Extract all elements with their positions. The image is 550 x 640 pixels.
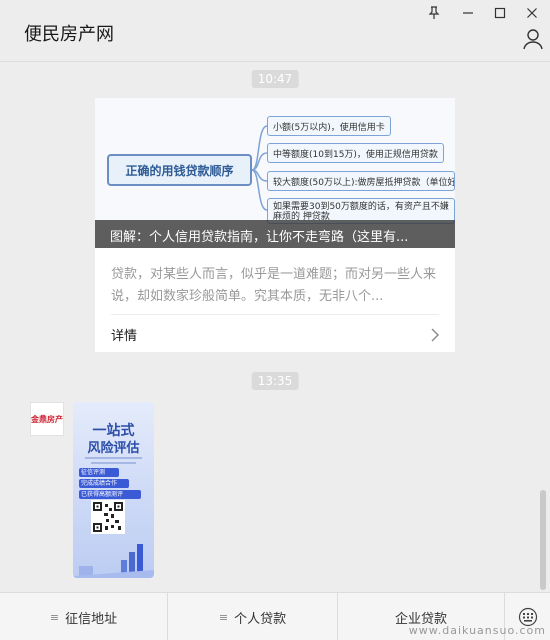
chevron-right-icon [429, 327, 441, 342]
poster-graphic [73, 544, 154, 578]
qr-code [91, 500, 125, 534]
title-bar: 便民房产网 [0, 0, 550, 62]
avatar-label: 金鼎房产 [31, 414, 63, 424]
mindmap-node: 小额(5万以内)，使用信用卡 [267, 116, 391, 136]
article-detail-link[interactable]: 详情 [111, 325, 137, 344]
watermark: www.daikuansuo.com [408, 624, 546, 637]
mindmap-node: 较大额度(50万以上):做房屋抵押贷款（单位好可用 [267, 171, 455, 191]
chat-title: 便民房产网 [24, 24, 114, 45]
article-cover-image: 正确的用钱贷款顺序 小额(5万以内)，使用信用卡 中等额度(10到15万)，使用… [95, 98, 455, 248]
sender-avatar[interactable]: 金鼎房产 [30, 402, 64, 436]
article-title: 图解：个人信用贷款指南，让你不走弯路（这里有... [95, 220, 455, 248]
menu-lines-icon: ≡ [49, 610, 60, 624]
article-card[interactable]: 正确的用钱贷款顺序 小额(5万以内)，使用信用卡 中等额度(10到15万)，使用… [95, 98, 455, 352]
mindmap-root: 正确的用钱贷款顺序 [107, 154, 252, 186]
pin-icon[interactable] [424, 4, 444, 22]
menu-label: 征信地址 [65, 611, 118, 627]
poster-image-message[interactable]: 一站式 风险评估 征信评测 完成成绩合作 已获得高额测评 [73, 402, 154, 578]
close-icon[interactable] [522, 4, 542, 22]
person-icon[interactable] [522, 28, 544, 50]
divider [111, 314, 439, 315]
poster-tag: 已获得高额测评 [79, 490, 141, 499]
maximize-icon[interactable] [490, 4, 510, 22]
timestamp: 13:35 [251, 372, 299, 390]
article-summary: 贷款，对某些人而言，似乎是一道难题；而对另一些人来说，却如数家珍般简单。究其本质… [111, 267, 437, 304]
minimize-icon[interactable] [458, 4, 478, 22]
poster-tag: 完成成绩合作 [79, 479, 129, 488]
timestamp: 10:47 [251, 70, 299, 88]
scrollbar[interactable] [540, 490, 546, 590]
menu-personal-loan[interactable]: ≡ 个人贷款 [168, 593, 338, 640]
poster-text-line [91, 462, 136, 464]
mindmap-node: 中等额度(10到15万)，使用正规信用贷款 [267, 143, 444, 163]
poster-tag: 征信评测 [79, 468, 119, 477]
menu-lines-icon: ≡ [218, 610, 229, 624]
poster-text-line [85, 457, 142, 459]
menu-credit-address[interactable]: ≡ 征信地址 [0, 593, 168, 640]
poster-subheadline: 风险评估 [87, 441, 140, 456]
menu-label: 个人贷款 [234, 611, 287, 627]
